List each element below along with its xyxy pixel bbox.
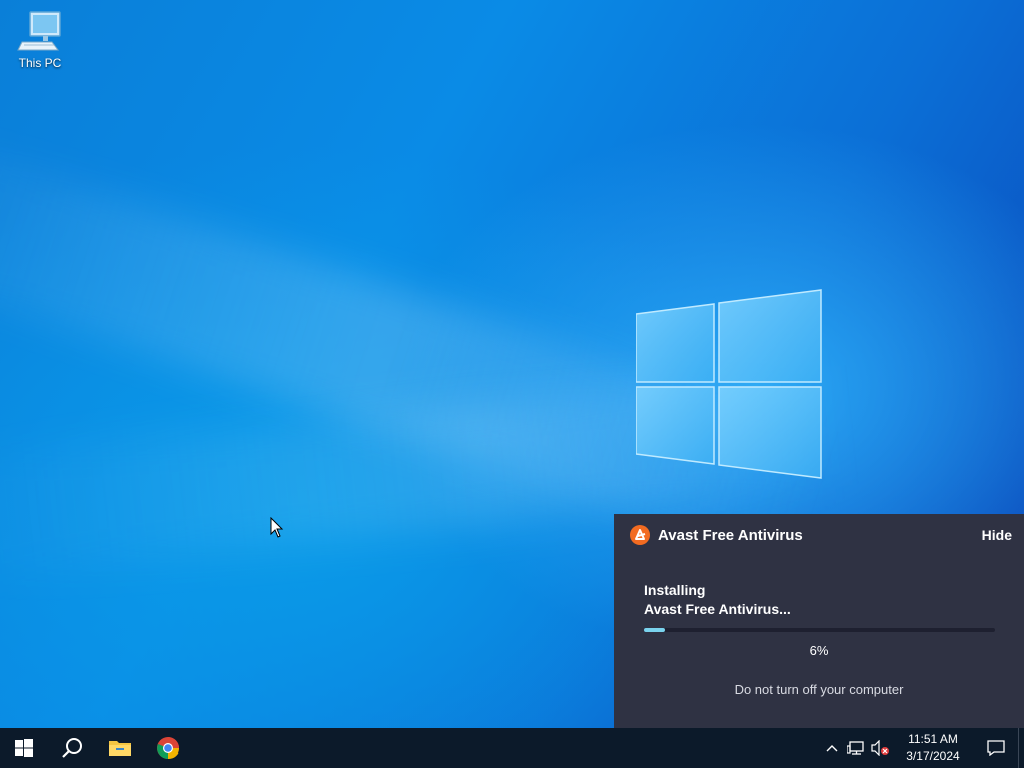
notification-icon — [987, 740, 1005, 756]
volume-button[interactable] — [868, 728, 892, 768]
avast-logo-icon — [630, 525, 650, 545]
taskbar-clock[interactable]: 11:51 AM 3/17/2024 — [898, 731, 968, 765]
hide-button[interactable]: Hide — [982, 527, 1012, 543]
chevron-up-icon — [826, 745, 838, 752]
install-progress-percent: 6% — [809, 643, 829, 658]
avast-panel-header: Avast Free Antivirus Hide — [630, 524, 1012, 546]
taskbar: 11:51 AM 3/17/2024 — [0, 728, 1024, 768]
desktop-icon-label: This PC — [18, 56, 62, 70]
search-icon — [62, 738, 82, 758]
install-warning-note: Do not turn off your computer — [734, 682, 904, 697]
show-hidden-icons-button[interactable] — [820, 728, 844, 768]
network-button[interactable] — [844, 728, 868, 768]
install-progress-bar — [644, 628, 995, 632]
avast-panel-title: Avast Free Antivirus — [658, 526, 803, 544]
install-progress-fill — [644, 628, 666, 632]
chrome-button[interactable] — [144, 728, 192, 768]
show-desktop-button[interactable] — [1018, 728, 1024, 768]
desktop-icon-this-pc[interactable]: This PC — [10, 8, 70, 70]
clock-date: 3/17/2024 — [906, 749, 960, 763]
chrome-icon — [157, 737, 179, 760]
search-button[interactable] — [48, 728, 96, 768]
volume-muted-icon — [871, 740, 889, 756]
network-icon — [847, 741, 864, 755]
folder-icon — [109, 741, 131, 756]
clock-time: 11:51 AM — [908, 732, 958, 746]
computer-icon — [17, 11, 61, 51]
file-explorer-button[interactable] — [96, 728, 144, 768]
action-center-button[interactable] — [974, 728, 1018, 768]
windows-wallpaper-logo — [636, 289, 822, 479]
system-tray: 11:51 AM 3/17/2024 — [820, 728, 1024, 768]
avast-install-panel: Avast Free Antivirus Hide Installing Ava… — [614, 514, 1024, 728]
mouse-cursor-icon — [270, 517, 284, 538]
start-button[interactable] — [0, 728, 48, 768]
windows-icon — [15, 739, 33, 757]
install-status-line1: Installing — [644, 582, 706, 598]
install-status-line2: Avast Free Antivirus... — [644, 601, 791, 617]
